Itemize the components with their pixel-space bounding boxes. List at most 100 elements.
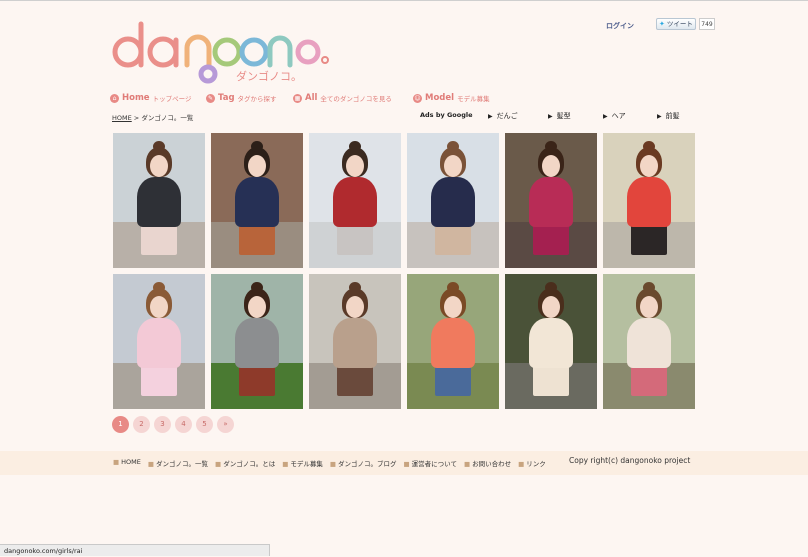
bullet-icon: ■ — [518, 460, 525, 468]
photo-torso — [529, 177, 573, 227]
page-4-button[interactable]: 4 — [175, 416, 192, 433]
photo-hair-bun — [545, 282, 557, 293]
gallery-photo[interactable] — [211, 133, 303, 268]
ad-link-4-label: 前髪 — [665, 112, 680, 120]
photo-hair-bun — [349, 282, 361, 293]
gallery-photo[interactable] — [113, 274, 205, 409]
nav-all-title: All — [305, 93, 318, 103]
gallery-photo[interactable] — [505, 133, 597, 268]
photo-hair-bun — [447, 282, 459, 293]
nav-all[interactable]: ▦ All 全てのダンゴノコを見る — [293, 93, 392, 103]
nav-tag-title: Tag — [218, 93, 235, 103]
footer-link-about[interactable]: ■ ダンゴノコ。とは — [215, 458, 275, 468]
page-5-button[interactable]: 5 — [196, 416, 213, 433]
photo-face — [346, 155, 364, 177]
photo-hair-bun — [643, 282, 655, 293]
photo-face — [542, 155, 560, 177]
gallery-photo[interactable] — [603, 274, 695, 409]
footer-link-contact[interactable]: ■ お問い合わせ — [464, 458, 511, 468]
photo-torso — [431, 177, 475, 227]
photo-hair-bun — [349, 141, 361, 152]
page-2-button[interactable]: 2 — [133, 416, 150, 433]
tweet-button[interactable]: ✦ ツイート — [656, 18, 696, 30]
nav-tag[interactable]: ✎ Tag タグから探す — [206, 93, 277, 103]
ad-link-1-label: だんご — [496, 112, 518, 120]
gallery-photo[interactable] — [505, 274, 597, 409]
ads-label[interactable]: Ads by Google — [420, 111, 473, 119]
page-1-button[interactable]: 1 — [112, 416, 129, 433]
gallery-photo[interactable] — [211, 274, 303, 409]
bullet-icon: ■ — [113, 458, 120, 466]
photo-face — [248, 155, 266, 177]
photo-torso — [137, 318, 181, 368]
footer-link-label: リンク — [526, 460, 546, 468]
page-3-button[interactable]: 3 — [154, 416, 171, 433]
ad-link-3[interactable]: ▶ ヘア — [603, 111, 626, 121]
all-icon: ▦ — [293, 93, 302, 103]
browser-status-url: dangonoko.com/girls/rai — [0, 544, 270, 556]
footer-link-label: モデル募集 — [290, 460, 323, 468]
photo-hair-bun — [153, 282, 165, 293]
play-arrow-icon: ▶ — [488, 113, 493, 120]
nav-model[interactable]: ☺ Model モデル募集 — [413, 93, 490, 103]
footer-link-links[interactable]: ■ リンク — [518, 458, 546, 468]
photo-hair-bun — [251, 141, 263, 152]
gallery-photo[interactable] — [603, 133, 695, 268]
photo-face — [150, 155, 168, 177]
ad-link-1[interactable]: ▶ だんご — [488, 111, 518, 121]
footer-link-blog[interactable]: ■ ダンゴノコ。ブログ — [330, 458, 397, 468]
nav-home-title: Home — [122, 93, 150, 103]
footer-link-operator[interactable]: ■ 運営者について — [404, 458, 457, 468]
twitter-bird-icon: ✦ — [659, 20, 665, 28]
site-logo[interactable]: ダンゴノコ。 — [112, 18, 332, 84]
ad-link-2-label: 髪型 — [556, 112, 571, 120]
photo-face — [542, 296, 560, 318]
gallery-photo[interactable] — [113, 133, 205, 268]
photo-face — [640, 155, 658, 177]
photo-face — [444, 296, 462, 318]
breadcrumb-separator: > — [131, 114, 142, 122]
login-link[interactable]: ログイン — [606, 21, 634, 31]
footer-link-home[interactable]: ■ HOME — [113, 458, 141, 468]
photo-face — [346, 296, 364, 318]
bullet-icon: ■ — [215, 460, 222, 468]
footer-link-label: お問い合わせ — [472, 460, 512, 468]
breadcrumb-home-link[interactable]: HOME — [112, 114, 132, 122]
gallery-photo[interactable] — [309, 274, 401, 409]
copyright: Copy right(c) dangonoko project — [569, 456, 691, 465]
footer-link-label: 運営者について — [411, 460, 457, 468]
photo-face — [444, 155, 462, 177]
nav-home-sub: トップページ — [152, 95, 192, 103]
browser-top-border — [0, 0, 808, 1]
footer-link-model[interactable]: ■ モデル募集 — [282, 458, 323, 468]
play-arrow-icon: ▶ — [548, 113, 553, 120]
photo-torso — [529, 318, 573, 368]
next-page-button[interactable]: » — [217, 416, 234, 433]
photo-torso — [235, 318, 279, 368]
ad-link-2[interactable]: ▶ 髪型 — [548, 111, 571, 121]
gallery-photo[interactable] — [407, 133, 499, 268]
nav-model-title: Model — [425, 93, 455, 103]
footer-link-list[interactable]: ■ ダンゴノコ。一覧 — [148, 458, 208, 468]
gallery-photo[interactable] — [309, 133, 401, 268]
photo-torso — [431, 318, 475, 368]
photo-torso — [627, 318, 671, 368]
pagination: 1 2 3 4 5 » — [112, 416, 234, 433]
play-arrow-icon: ▶ — [657, 113, 662, 120]
nav-tag-sub: タグから探す — [237, 95, 277, 103]
nav-home[interactable]: ⌂ Home トップページ — [110, 93, 191, 103]
breadcrumb: HOME > ダンゴノコ。一覧 — [112, 112, 193, 122]
gallery-photo[interactable] — [407, 274, 499, 409]
bullet-icon: ■ — [463, 460, 471, 468]
nav-all-sub: 全てのダンゴノコを見る — [320, 95, 392, 103]
bullet-icon: ■ — [282, 460, 289, 468]
photo-torso — [333, 318, 377, 368]
photo-hair-bun — [643, 141, 655, 152]
nav-model-sub: モデル募集 — [457, 95, 490, 103]
photo-face — [248, 296, 266, 318]
photo-torso — [235, 177, 279, 227]
ad-link-4[interactable]: ▶ 前髪 — [657, 111, 680, 121]
logo-katakana: ダンゴノコ。 — [236, 69, 302, 83]
photo-hair-bun — [545, 141, 557, 152]
tweet-count: 749 — [699, 18, 715, 30]
